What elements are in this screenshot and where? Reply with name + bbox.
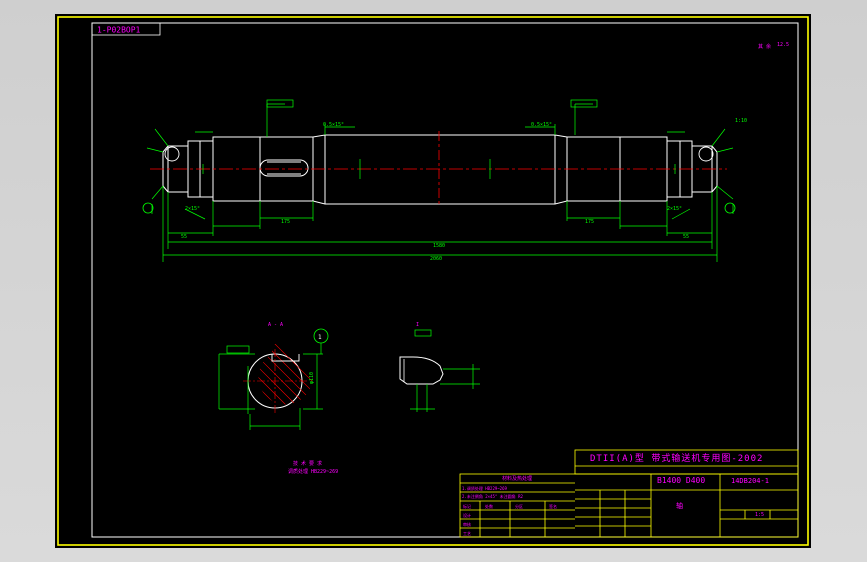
taper-right: 1:10 (735, 118, 747, 124)
end-left-length: 55 (181, 234, 187, 240)
svg-text:设计: 设计 (463, 512, 471, 518)
groove-left: 0.5×15° (323, 122, 344, 128)
right-center-hole (698, 146, 714, 162)
svg-text:处数: 处数 (485, 503, 493, 509)
left-datum-circle (142, 202, 154, 214)
middle-length: 1580 (433, 243, 445, 249)
title-scale: 1:5 (755, 512, 764, 518)
overall-length: 2060 (430, 256, 442, 262)
detail-label: I (416, 322, 419, 328)
chamfer-left: 2×15° (185, 206, 200, 212)
section-label: A - A (268, 322, 283, 328)
code-box-text: 1-P02BOP1 (97, 26, 141, 35)
groove-right: 0.5×15° (531, 122, 552, 128)
left-center-hole (164, 146, 180, 162)
title-header: DTII(A)型 带式输送机专用图-2002 (590, 452, 763, 464)
svg-text:签名: 签名 (549, 503, 557, 509)
note-b: 调质处理 HB229~269 (288, 468, 338, 475)
cad-viewport: 1-P02BOP1 其 余 12.5 2060 1580 175 175 55 … (0, 0, 867, 562)
section-dia: φ110 (309, 372, 315, 384)
chamfer-right: 2×15° (667, 206, 682, 212)
svg-text:分区: 分区 (515, 503, 523, 509)
title-table-title: 材料及热处理 (502, 475, 532, 482)
hub-left-length: 175 (281, 219, 290, 225)
right-datum-circle (724, 202, 736, 214)
note-a: 技 术 要 求 (293, 460, 322, 467)
corner-note: 其 余 (758, 43, 771, 50)
detail-view (399, 329, 480, 412)
title-drawing-no: 14DB204-1 (731, 477, 769, 485)
svg-text:审核: 审核 (463, 521, 471, 527)
title-part-name: 轴 (676, 501, 683, 510)
svg-text:1.调质处理 HB229~269: 1.调质处理 HB229~269 (462, 485, 507, 491)
title-spec: B1400 D400 (657, 476, 705, 485)
hub-right-length: 175 (585, 219, 594, 225)
cad-drawing: 1-P02BOP1 其 余 12.5 2060 1580 175 175 55 … (57, 16, 809, 546)
end-right-length: 55 (683, 234, 689, 240)
svg-text:2.未注倒角 2×45° 未注圆角 R2: 2.未注倒角 2×45° 未注圆角 R2 (462, 493, 523, 499)
circle-label: 1 (318, 334, 322, 341)
tolerance-frame-left (266, 99, 294, 108)
shaft-view (162, 134, 718, 205)
drawing-canvas[interactable]: 1-P02BOP1 其 余 12.5 2060 1580 175 175 55 … (55, 14, 811, 548)
svg-text:标记: 标记 (463, 503, 471, 509)
corner-roughness: 12.5 (777, 42, 789, 48)
svg-text:工艺: 工艺 (463, 531, 471, 536)
shaft-dimensions (146, 103, 734, 262)
